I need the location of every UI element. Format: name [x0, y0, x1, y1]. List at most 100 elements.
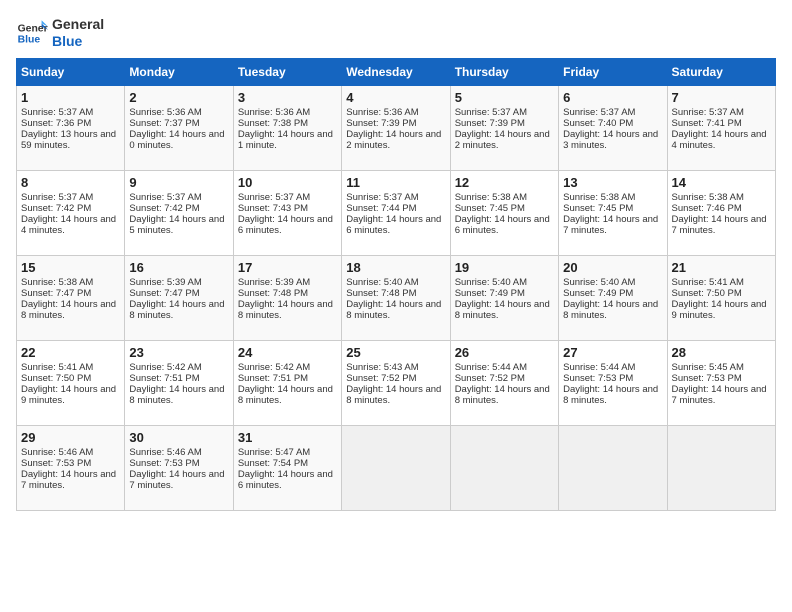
day-number: 19	[455, 260, 554, 275]
sunset-label: Sunset: 7:53 PM	[563, 373, 633, 384]
table-row: 26 Sunrise: 5:44 AM Sunset: 7:52 PM Dayl…	[450, 340, 558, 425]
sunset-label: Sunset: 7:50 PM	[21, 373, 91, 384]
daylight-label: Daylight: 14 hours and 6 minutes.	[238, 214, 333, 236]
day-number: 9	[129, 175, 228, 190]
table-row: 28 Sunrise: 5:45 AM Sunset: 7:53 PM Dayl…	[667, 340, 775, 425]
logo-icon: General Blue	[16, 17, 48, 49]
sunrise-label: Sunrise: 5:40 AM	[346, 277, 418, 288]
table-row: 7 Sunrise: 5:37 AM Sunset: 7:41 PM Dayli…	[667, 85, 775, 170]
day-number: 21	[672, 260, 771, 275]
day-number: 14	[672, 175, 771, 190]
sunset-label: Sunset: 7:53 PM	[672, 373, 742, 384]
sunrise-label: Sunrise: 5:40 AM	[563, 277, 635, 288]
day-number: 13	[563, 175, 662, 190]
sunset-label: Sunset: 7:45 PM	[455, 203, 525, 214]
header: General Blue General Blue	[16, 16, 776, 50]
sunset-label: Sunset: 7:49 PM	[563, 288, 633, 299]
col-tuesday: Tuesday	[233, 58, 341, 85]
table-row	[342, 425, 450, 510]
day-number: 20	[563, 260, 662, 275]
sunset-label: Sunset: 7:46 PM	[672, 203, 742, 214]
day-number: 26	[455, 345, 554, 360]
table-row: 16 Sunrise: 5:39 AM Sunset: 7:47 PM Dayl…	[125, 255, 233, 340]
svg-text:Blue: Blue	[18, 34, 41, 45]
table-row: 12 Sunrise: 5:38 AM Sunset: 7:45 PM Dayl…	[450, 170, 558, 255]
table-row: 29 Sunrise: 5:46 AM Sunset: 7:53 PM Dayl…	[17, 425, 125, 510]
sunrise-label: Sunrise: 5:39 AM	[129, 277, 201, 288]
sunrise-label: Sunrise: 5:46 AM	[129, 447, 201, 458]
table-row	[667, 425, 775, 510]
daylight-label: Daylight: 14 hours and 8 minutes.	[21, 299, 116, 321]
daylight-label: Daylight: 14 hours and 9 minutes.	[672, 299, 767, 321]
sunrise-label: Sunrise: 5:43 AM	[346, 362, 418, 373]
daylight-label: Daylight: 14 hours and 4 minutes.	[21, 214, 116, 236]
daylight-label: Daylight: 14 hours and 8 minutes.	[238, 384, 333, 406]
sunrise-label: Sunrise: 5:44 AM	[563, 362, 635, 373]
col-thursday: Thursday	[450, 58, 558, 85]
day-number: 25	[346, 345, 445, 360]
sunset-label: Sunset: 7:45 PM	[563, 203, 633, 214]
sunrise-label: Sunrise: 5:37 AM	[563, 107, 635, 118]
sunrise-label: Sunrise: 5:38 AM	[672, 192, 744, 203]
col-monday: Monday	[125, 58, 233, 85]
sunset-label: Sunset: 7:42 PM	[21, 203, 91, 214]
table-row: 30 Sunrise: 5:46 AM Sunset: 7:53 PM Dayl…	[125, 425, 233, 510]
table-row: 25 Sunrise: 5:43 AM Sunset: 7:52 PM Dayl…	[342, 340, 450, 425]
sunrise-label: Sunrise: 5:36 AM	[238, 107, 310, 118]
sunrise-label: Sunrise: 5:37 AM	[346, 192, 418, 203]
table-row: 22 Sunrise: 5:41 AM Sunset: 7:50 PM Dayl…	[17, 340, 125, 425]
col-wednesday: Wednesday	[342, 58, 450, 85]
day-number: 6	[563, 90, 662, 105]
day-number: 5	[455, 90, 554, 105]
daylight-label: Daylight: 14 hours and 7 minutes.	[563, 214, 658, 236]
table-row: 24 Sunrise: 5:42 AM Sunset: 7:51 PM Dayl…	[233, 340, 341, 425]
day-number: 27	[563, 345, 662, 360]
sunset-label: Sunset: 7:48 PM	[346, 288, 416, 299]
sunrise-label: Sunrise: 5:38 AM	[563, 192, 635, 203]
page-wrapper: General Blue General Blue Sunday Monday …	[16, 16, 776, 511]
table-row: 23 Sunrise: 5:42 AM Sunset: 7:51 PM Dayl…	[125, 340, 233, 425]
sunrise-label: Sunrise: 5:47 AM	[238, 447, 310, 458]
sunrise-label: Sunrise: 5:46 AM	[21, 447, 93, 458]
sunrise-label: Sunrise: 5:37 AM	[129, 192, 201, 203]
table-row: 11 Sunrise: 5:37 AM Sunset: 7:44 PM Dayl…	[342, 170, 450, 255]
day-number: 8	[21, 175, 120, 190]
table-row: 17 Sunrise: 5:39 AM Sunset: 7:48 PM Dayl…	[233, 255, 341, 340]
table-row: 14 Sunrise: 5:38 AM Sunset: 7:46 PM Dayl…	[667, 170, 775, 255]
day-number: 15	[21, 260, 120, 275]
sunrise-label: Sunrise: 5:38 AM	[21, 277, 93, 288]
sunrise-label: Sunrise: 5:37 AM	[455, 107, 527, 118]
daylight-label: Daylight: 14 hours and 7 minutes.	[672, 214, 767, 236]
sunset-label: Sunset: 7:41 PM	[672, 118, 742, 129]
table-row	[559, 425, 667, 510]
sunset-label: Sunset: 7:38 PM	[238, 118, 308, 129]
table-row: 27 Sunrise: 5:44 AM Sunset: 7:53 PM Dayl…	[559, 340, 667, 425]
table-row: 1 Sunrise: 5:37 AM Sunset: 7:36 PM Dayli…	[17, 85, 125, 170]
sunset-label: Sunset: 7:54 PM	[238, 458, 308, 469]
sunset-label: Sunset: 7:42 PM	[129, 203, 199, 214]
sunrise-label: Sunrise: 5:37 AM	[672, 107, 744, 118]
table-row: 15 Sunrise: 5:38 AM Sunset: 7:47 PM Dayl…	[17, 255, 125, 340]
daylight-label: Daylight: 14 hours and 8 minutes.	[563, 384, 658, 406]
day-number: 12	[455, 175, 554, 190]
sunset-label: Sunset: 7:51 PM	[238, 373, 308, 384]
sunrise-label: Sunrise: 5:42 AM	[129, 362, 201, 373]
col-saturday: Saturday	[667, 58, 775, 85]
sunset-label: Sunset: 7:52 PM	[455, 373, 525, 384]
col-sunday: Sunday	[17, 58, 125, 85]
daylight-label: Daylight: 14 hours and 6 minutes.	[455, 214, 550, 236]
daylight-label: Daylight: 14 hours and 7 minutes.	[672, 384, 767, 406]
day-number: 31	[238, 430, 337, 445]
day-number: 18	[346, 260, 445, 275]
day-number: 29	[21, 430, 120, 445]
day-number: 30	[129, 430, 228, 445]
table-row: 9 Sunrise: 5:37 AM Sunset: 7:42 PM Dayli…	[125, 170, 233, 255]
table-row: 3 Sunrise: 5:36 AM Sunset: 7:38 PM Dayli…	[233, 85, 341, 170]
sunset-label: Sunset: 7:47 PM	[21, 288, 91, 299]
daylight-label: Daylight: 14 hours and 8 minutes.	[129, 299, 224, 321]
day-number: 23	[129, 345, 228, 360]
sunrise-label: Sunrise: 5:39 AM	[238, 277, 310, 288]
sunrise-label: Sunrise: 5:37 AM	[21, 107, 93, 118]
sunrise-label: Sunrise: 5:41 AM	[672, 277, 744, 288]
calendar-table: Sunday Monday Tuesday Wednesday Thursday…	[16, 58, 776, 511]
